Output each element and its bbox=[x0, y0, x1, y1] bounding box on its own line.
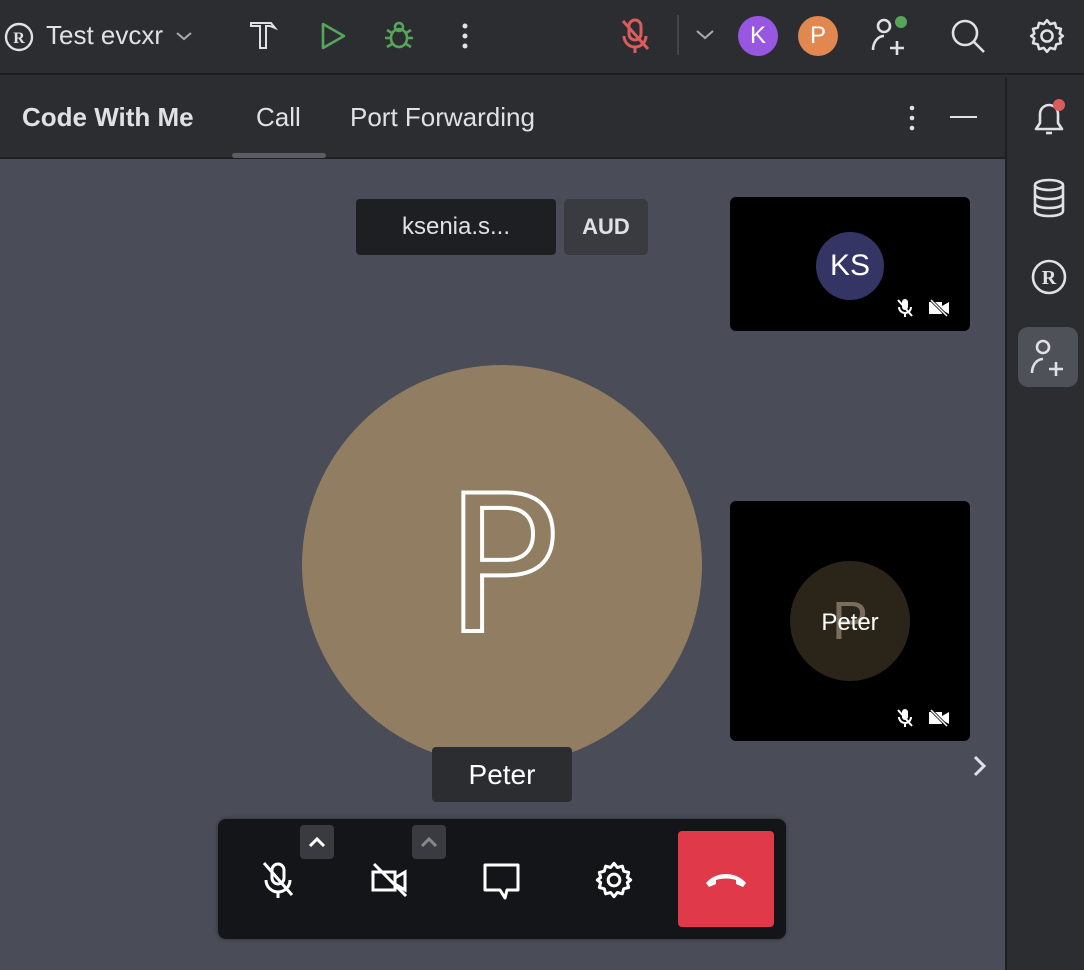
svg-text:R: R bbox=[1042, 267, 1057, 289]
participant-initials: KS bbox=[829, 249, 871, 282]
right-tool-strip: R bbox=[1005, 77, 1084, 970]
avatar-k[interactable]: K bbox=[738, 16, 778, 56]
database-icon[interactable] bbox=[1032, 178, 1066, 218]
participant-tile-ks[interactable]: KS bbox=[730, 197, 970, 331]
project-selector[interactable]: Test evcxr bbox=[46, 20, 193, 51]
speaker-name-label: ksenia.s... bbox=[356, 199, 556, 255]
phone-hangup-icon bbox=[706, 874, 746, 887]
call-area: ksenia.s... AUD P Peter KS P Peter bbox=[0, 159, 1005, 970]
chevron-down-icon[interactable] bbox=[695, 28, 715, 42]
panel-title: Code With Me bbox=[22, 102, 194, 132]
settings-gear-icon[interactable] bbox=[1028, 17, 1066, 55]
microphone-options-chevron-up-icon[interactable] bbox=[300, 825, 334, 859]
debug-bug-icon[interactable] bbox=[383, 20, 415, 52]
run-icon[interactable] bbox=[318, 20, 348, 52]
hang-up-button[interactable] bbox=[678, 831, 774, 927]
tab-port-forwarding[interactable]: Port Forwarding bbox=[350, 102, 535, 133]
participant-avatar: KS bbox=[816, 232, 884, 300]
add-user-icon[interactable] bbox=[870, 14, 912, 56]
main-participant-name: Peter bbox=[432, 747, 572, 802]
next-page-chevron-icon[interactable] bbox=[970, 754, 988, 778]
svg-text:R: R bbox=[13, 30, 25, 47]
chevron-down-icon bbox=[175, 30, 193, 42]
mic-muted-icon bbox=[896, 297, 914, 319]
rust-logo-icon: R bbox=[4, 22, 34, 52]
audio-badge: AUD bbox=[564, 199, 648, 255]
avatar-p[interactable]: P bbox=[798, 16, 838, 56]
avatar-initial: K bbox=[749, 22, 766, 49]
toggle-microphone-button[interactable] bbox=[258, 855, 298, 905]
notifications-bell-icon[interactable] bbox=[1030, 97, 1070, 139]
code-with-me-icon[interactable] bbox=[1018, 327, 1078, 387]
participant-name: Peter bbox=[821, 609, 879, 636]
active-tab-indicator bbox=[232, 153, 326, 158]
more-vertical-icon[interactable] bbox=[902, 103, 922, 133]
camera-options-chevron-up-icon[interactable] bbox=[412, 825, 446, 859]
project-name: Test evcxr bbox=[46, 20, 164, 50]
avatar-initial: P bbox=[809, 22, 826, 49]
chat-button[interactable] bbox=[480, 855, 524, 905]
minimize-icon[interactable] bbox=[950, 116, 977, 118]
build-hammer-icon[interactable] bbox=[248, 20, 278, 52]
camera-off-icon bbox=[928, 299, 950, 317]
participant-tile-peter[interactable]: P Peter bbox=[730, 501, 970, 741]
call-controls-bar bbox=[218, 819, 786, 939]
more-vertical-icon[interactable] bbox=[455, 20, 475, 52]
main-participant-initial: P bbox=[443, 453, 562, 678]
rust-icon[interactable]: R bbox=[1031, 259, 1067, 295]
tab-call[interactable]: Call bbox=[256, 102, 301, 133]
mic-muted-icon bbox=[896, 707, 914, 729]
camera-off-icon bbox=[928, 709, 950, 727]
toggle-camera-button[interactable] bbox=[368, 855, 412, 905]
search-icon[interactable] bbox=[949, 17, 987, 55]
main-toolbar: R Test evcxr K P bbox=[0, 0, 1084, 75]
microphone-muted-icon[interactable] bbox=[618, 16, 652, 56]
main-participant-avatar: P bbox=[302, 365, 702, 765]
toolbar-divider bbox=[677, 15, 679, 55]
call-settings-button[interactable] bbox=[592, 855, 636, 905]
